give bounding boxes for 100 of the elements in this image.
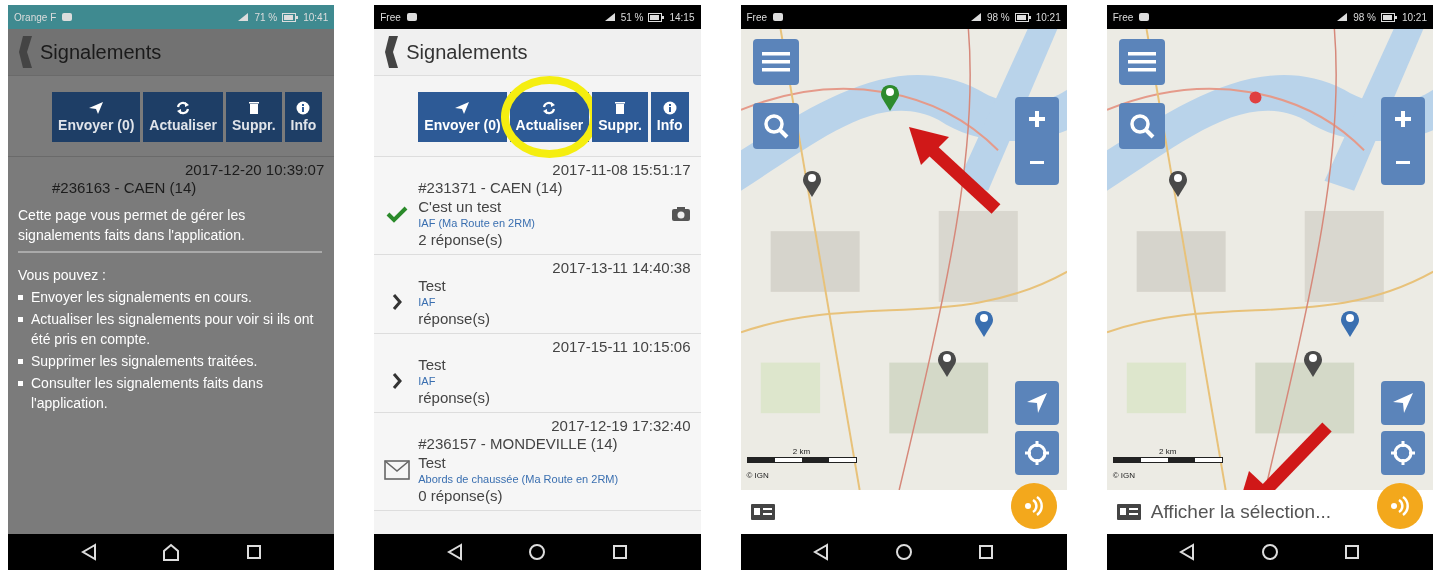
reply-count: 2 réponse(s) [418, 230, 504, 249]
report-text: Test [418, 276, 447, 295]
reply-count: réponse(s) [418, 388, 491, 407]
send-icon [88, 101, 105, 115]
help-lead: Vous pouvez : [18, 266, 107, 285]
report-date: 2017-12-20 10:39:07 [184, 161, 325, 178]
report-text: C'est un test [418, 197, 503, 216]
help-intro: Cette page vous permet de gérer les signalements faits dans l'application. [18, 206, 247, 245]
clock: 10:21 [1035, 11, 1061, 23]
locate-button[interactable] [1381, 381, 1425, 425]
toolbar-button[interactable]: Suppr. [592, 92, 648, 142]
home-icon[interactable] [894, 543, 913, 561]
map-credit: © IGN [1112, 471, 1136, 480]
help-item: Supprimer les signalements traitées. [31, 352, 258, 371]
envelope-icon [384, 459, 411, 480]
report-category: IAF [418, 295, 437, 309]
selection-link[interactable]: Afficher la sélection... [1150, 501, 1331, 523]
navigation-arrow-icon [1392, 392, 1414, 414]
home-icon[interactable] [1260, 543, 1279, 561]
navigation-arrow-icon [1025, 392, 1048, 414]
reply-count: 0 réponse(s) [418, 486, 504, 505]
recent-apps-icon[interactable] [245, 544, 262, 560]
report-title: #236163 - CAEN (14) [52, 178, 198, 197]
carrier-name: Orange F [14, 11, 57, 23]
home-icon[interactable] [162, 543, 181, 561]
battery-level: 98 % [1353, 11, 1376, 23]
search-button[interactable] [752, 103, 799, 149]
notification-icon [405, 12, 418, 22]
recent-apps-icon[interactable] [1344, 544, 1361, 560]
bullet-icon [18, 381, 23, 386]
sound-waves-icon [1389, 495, 1411, 517]
report-date: 2017-11-08 15:51:17 [552, 161, 691, 178]
id-card-icon [750, 504, 775, 520]
scale-label: 2 km [1159, 447, 1177, 456]
battery-icon [1014, 12, 1031, 22]
toolbar-button[interactable]: Envoyer (0) [52, 92, 141, 142]
back-icon[interactable] [384, 35, 401, 69]
back-icon[interactable] [446, 543, 463, 561]
check-icon [386, 204, 409, 223]
search-icon [1128, 113, 1155, 139]
battery-level: 51 % [620, 11, 644, 23]
carrier-name: Free [380, 11, 401, 23]
back-icon[interactable] [813, 543, 830, 561]
recent-apps-icon[interactable] [611, 544, 628, 560]
battery-icon [282, 12, 299, 22]
info-icon [661, 101, 678, 115]
toolbar-button[interactable]: Info [650, 92, 689, 142]
report-title: #231371 - CAEN (14) [418, 178, 564, 197]
send-icon [454, 101, 471, 115]
report-category: IAF [418, 374, 437, 388]
info-icon [295, 101, 312, 115]
back-icon[interactable] [80, 543, 97, 561]
map-dot[interactable] [1248, 91, 1262, 104]
report-category: IAF (Ma Route en 2RM) [418, 216, 536, 230]
report-date: 2017-12-19 17:32:40 [551, 417, 691, 434]
search-button[interactable] [1118, 103, 1165, 149]
notification-icon [61, 12, 74, 22]
id-card-icon [1116, 504, 1141, 520]
battery-icon [1380, 12, 1397, 22]
plus-icon [1395, 111, 1411, 127]
sound-waves-icon [1022, 495, 1045, 517]
refresh-icon [541, 101, 558, 115]
toolbar-button[interactable]: Info [284, 92, 323, 142]
plus-icon [1028, 111, 1045, 127]
notification-icon [772, 12, 785, 22]
signal-icon [237, 12, 250, 22]
menu-button[interactable] [1118, 39, 1165, 85]
center-button[interactable] [1381, 431, 1425, 475]
report-title: #236157 - MONDEVILLE (14) [418, 434, 619, 453]
refresh-icon [175, 101, 192, 115]
report-date: 2017-15-11 10:15:06 [552, 338, 691, 355]
menu-button[interactable] [752, 39, 799, 85]
bullet-icon [18, 317, 23, 322]
scale-label: 2 km [792, 447, 811, 456]
reply-count: réponse(s) [418, 309, 491, 328]
back-icon[interactable] [1179, 543, 1196, 561]
toolbar-button[interactable]: Suppr. [226, 92, 282, 142]
locate-button[interactable] [1014, 381, 1059, 425]
page-title: Signalements [406, 40, 528, 64]
menu-icon [1127, 51, 1156, 73]
help-item: Consulter les signalements faits dans l'application. [31, 374, 264, 413]
help-item: Actualiser les signalements pour voir si ils ont été pris en compte. [31, 310, 315, 349]
search-icon [762, 113, 789, 139]
report-text: Test [418, 453, 447, 472]
chevron-icon [391, 372, 404, 390]
battery-icon [648, 12, 665, 22]
page-title: Signalements [40, 40, 162, 64]
recent-apps-icon[interactable] [978, 544, 994, 560]
minus-icon [1396, 161, 1410, 165]
center-button[interactable] [1014, 431, 1059, 475]
carrier-name: Free [1112, 11, 1134, 23]
home-icon[interactable] [528, 543, 547, 561]
toolbar-button[interactable]: Actualiser [509, 92, 590, 142]
toolbar-button[interactable]: Actualiser [143, 92, 224, 142]
menu-icon [761, 51, 790, 73]
help-item: Envoyer les signalements en cours. [31, 288, 252, 307]
signal-icon [969, 12, 982, 22]
clock: 14:15 [669, 11, 695, 23]
toolbar-button[interactable]: Envoyer (0) [418, 92, 507, 142]
bullet-icon [18, 295, 23, 300]
